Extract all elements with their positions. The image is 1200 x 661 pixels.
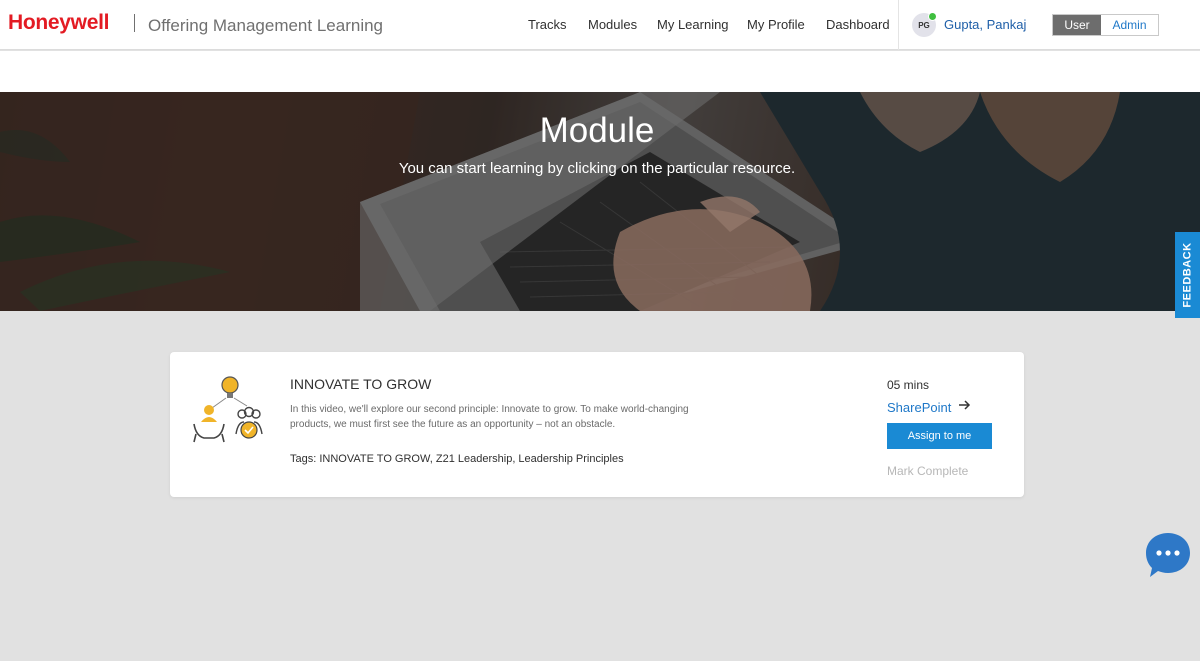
assign-to-me-button[interactable]: Assign to me: [887, 423, 992, 449]
title-divider: [134, 14, 135, 32]
sharepoint-link[interactable]: SharePoint: [887, 400, 951, 415]
sub-header-strip: [0, 51, 1200, 92]
module-tags: Tags: INNOVATE TO GROW, Z21 Leadership, …: [290, 453, 624, 465]
nav-tracks[interactable]: Tracks: [528, 17, 567, 32]
feedback-tab[interactable]: FEEDBACK: [1175, 232, 1200, 318]
arrow-right-icon[interactable]: [957, 398, 971, 412]
app-title: Offering Management Learning: [148, 16, 384, 35]
innovation-icon: [193, 376, 263, 443]
hero-banner: Module You can start learning by clickin…: [0, 92, 1200, 311]
role-toggle: User Admin: [1052, 14, 1159, 36]
nav-dashboard[interactable]: Dashboard: [826, 17, 890, 32]
module-duration: 05 mins: [887, 378, 930, 392]
nav-my-learning[interactable]: My Learning: [657, 17, 729, 32]
nav-my-profile[interactable]: My Profile: [747, 17, 805, 32]
role-user-button[interactable]: User: [1053, 15, 1101, 35]
module-title[interactable]: INNOVATE TO GROW: [290, 376, 431, 392]
mark-complete-button[interactable]: Mark Complete: [887, 464, 968, 478]
feedback-label: FEEDBACK: [1181, 242, 1194, 308]
chat-icon[interactable]: [1144, 531, 1192, 579]
hero-title: Module: [539, 111, 655, 150]
module-card: INNOVATE TO GROW In this video, we'll ex…: [170, 352, 1024, 497]
user-name[interactable]: Gupta, Pankaj: [944, 17, 1026, 32]
nav-modules[interactable]: Modules: [588, 17, 637, 32]
module-description: In this video, we'll explore our second …: [290, 404, 689, 430]
online-status-icon: [928, 12, 937, 21]
role-admin-button[interactable]: Admin: [1101, 15, 1158, 35]
nav-divider: [898, 0, 899, 50]
hero-subtitle: You can start learning by clicking on th…: [398, 160, 796, 177]
top-header: Honeywell Offering Management Learning T…: [0, 0, 1200, 50]
honeywell-logo[interactable]: Honeywell: [8, 11, 109, 35]
